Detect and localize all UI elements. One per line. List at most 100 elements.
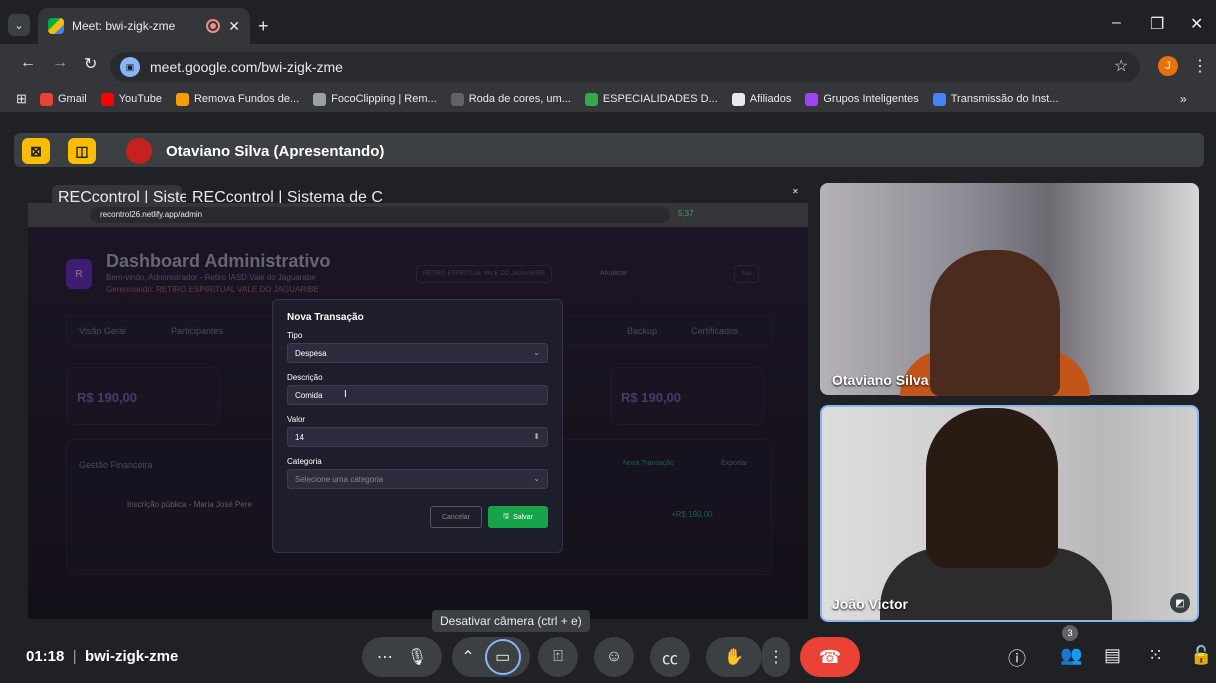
present-button[interactable]: ⍐	[538, 637, 578, 677]
apps-icon[interactable]: ⊞	[16, 91, 27, 107]
chevron-up-icon[interactable]: ⌃	[461, 647, 474, 667]
chevron-down-icon: ⌄	[533, 348, 540, 357]
tab-certificates: Certificados	[691, 326, 739, 336]
bookmark-label: Gmail	[58, 93, 87, 105]
bookmark-favicon-icon	[175, 92, 189, 106]
activities-icon[interactable]: ⁙	[1148, 645, 1163, 666]
leave-call-button[interactable]: ☎	[800, 637, 860, 677]
app-logo: R	[66, 259, 92, 289]
people-icon[interactable]: 👥	[1060, 645, 1082, 666]
back-icon[interactable]: ←	[20, 54, 36, 72]
new-transaction-button: Nova Transação	[623, 460, 674, 467]
bookmarks-bar: Gmail YouTube Remova Fundos de... FocoClipp…	[0, 86, 1216, 112]
more-bookmarks-button[interactable]: »	[1180, 92, 1187, 106]
forward-icon[interactable]: →	[52, 54, 68, 72]
minimize-icon[interactable]: –	[1112, 14, 1121, 32]
raise-hand-button[interactable]: ✋	[706, 637, 762, 677]
bookmark-favicon-icon	[932, 92, 946, 106]
bookmark-label: ESPECIALIDADES D...	[602, 93, 718, 105]
stat-card-4-value: R$ 190,00	[621, 390, 681, 405]
info-icon[interactable]: ⓘ	[1008, 645, 1026, 671]
reload-icon[interactable]: ↻	[84, 54, 97, 74]
dashboard-location: Gerenciando: RETIRO ESPIRITUAL VALE DO J…	[106, 285, 319, 294]
dashboard-title: Dashboard Administrativo	[106, 251, 331, 271]
tab-title: Meet: bwi-zigk-zme	[72, 19, 176, 33]
bookmark-item[interactable]: Grupos Inteligentes	[805, 92, 919, 106]
export-button: Exportar	[721, 460, 748, 467]
meet-favicon-icon	[48, 18, 64, 34]
tipo-select: Despesa ⌄	[287, 343, 548, 363]
camera-button[interactable]: ⌃ ▭	[452, 637, 530, 677]
more-vert-icon: ⋮	[768, 649, 784, 666]
shared-url: recontrol26.netlify.app/admin	[90, 207, 670, 223]
stat-card-4: R$ 190,00	[610, 367, 764, 425]
layout-icon[interactable]: ◫	[68, 138, 96, 164]
bookmark-favicon-icon	[805, 92, 819, 106]
restore-icon[interactable]: ❐	[1150, 14, 1164, 34]
bookmark-favicon-icon	[731, 92, 745, 106]
bookmark-item[interactable]: ESPECIALIDADES D...	[584, 92, 718, 106]
host-controls-icon[interactable]: 🔓	[1190, 645, 1212, 666]
presenter-avatar	[126, 138, 152, 164]
tab-overview: Visão Geral	[79, 326, 126, 336]
bookmark-item[interactable]: Roda de cores, um...	[450, 92, 571, 106]
bookmark-item[interactable]: Transmissão do Inst...	[932, 92, 1059, 106]
descricao-label: Descrição	[287, 373, 323, 382]
bookmark-item[interactable]: Afiliados	[731, 92, 792, 106]
modal-title: Nova Transação	[287, 312, 364, 323]
bookmark-star-icon[interactable]: ☆	[1114, 56, 1128, 76]
bookmark-label: Transmissão do Inst...	[950, 93, 1059, 105]
bookmark-label: Remova Fundos de...	[193, 93, 300, 105]
shared-screen: RECcontrol | Sistema de C RECcontrol | S…	[28, 183, 808, 619]
presenter-label: Otaviano Silva (Apresentando)	[166, 143, 385, 160]
chrome-menu-icon[interactable]: ⋮	[1192, 56, 1208, 76]
people-count-badge: 3	[1062, 625, 1078, 641]
participant-2-face	[926, 408, 1058, 568]
more-options-button[interactable]: ⋮	[762, 637, 790, 677]
captions-button[interactable]: ㏄	[650, 637, 690, 677]
tipo-label: Tipo	[287, 331, 303, 340]
valor-label: Valor	[287, 415, 306, 424]
stop-presenting-icon[interactable]: ⊠	[22, 138, 50, 164]
profile-avatar[interactable]: J	[1158, 56, 1178, 76]
close-window-icon[interactable]: ✕	[1190, 14, 1203, 34]
pin-icon[interactable]: ◩	[1170, 593, 1190, 613]
categoria-label: Categoria	[287, 457, 322, 466]
transaction-amount: +R$ 190,00	[671, 510, 713, 519]
reactions-button[interactable]: ☺	[594, 637, 634, 677]
stat-card-1-value: R$ 190,00	[77, 390, 137, 405]
emoji-icon: ☺	[605, 648, 623, 665]
descricao-input: Comida I	[287, 385, 548, 405]
more-audio-icon[interactable]: ⋯	[377, 647, 393, 667]
close-tab-icon[interactable]: ✕	[228, 18, 240, 35]
mic-icon: 🎙	[406, 649, 428, 666]
retreat-chip: RETIRO ESPIRITUAL VALE DO JAGUARIBE	[416, 265, 553, 283]
transaction-row: Inscrição pública - Maria José Pere	[127, 500, 252, 509]
tab-backup: Backup	[627, 326, 658, 336]
tab-participants: Participantes	[171, 326, 224, 336]
camera-tooltip: Desativar câmera (ctrl + e)	[432, 610, 590, 632]
site-info-icon[interactable]: ▣	[120, 57, 140, 77]
address-bar[interactable]: ▣ meet.google.com/bwi-zigk-zme	[110, 52, 1140, 82]
tab-search-button[interactable]: ⌄	[8, 14, 30, 36]
bookmark-item[interactable]: FocoClipping | Rem...	[313, 92, 437, 106]
bookmark-label: Grupos Inteligentes	[823, 93, 919, 105]
new-transaction-modal: Nova Transação Tipo Despesa ⌄ Descrição C…	[272, 299, 563, 553]
new-tab-button[interactable]: +	[258, 16, 269, 37]
bookmark-item[interactable]: YouTube	[100, 92, 162, 106]
mic-button[interactable]: ⋯ 🎙	[362, 637, 442, 677]
bookmark-label: Roda de cores, um...	[468, 93, 571, 105]
categoria-select: Selecione uma categoria ⌄	[287, 469, 548, 489]
hang-up-icon: ☎	[818, 646, 842, 667]
refresh-chip: Atualizar	[600, 270, 628, 277]
bookmark-item[interactable]: Gmail	[40, 92, 87, 106]
captions-icon: ㏄	[661, 651, 678, 668]
bookmark-label: Afiliados	[749, 93, 792, 105]
bookmark-favicon-icon	[584, 92, 598, 106]
chat-icon[interactable]: ▤	[1104, 645, 1121, 666]
browser-tab[interactable]: Meet: bwi-zigk-zme ✕	[38, 8, 250, 44]
camera-icon: ▭	[484, 639, 521, 675]
bookmark-label: YouTube	[118, 93, 162, 105]
bookmark-item[interactable]: Remova Fundos de...	[175, 92, 300, 106]
hand-icon: ✋	[724, 649, 744, 666]
